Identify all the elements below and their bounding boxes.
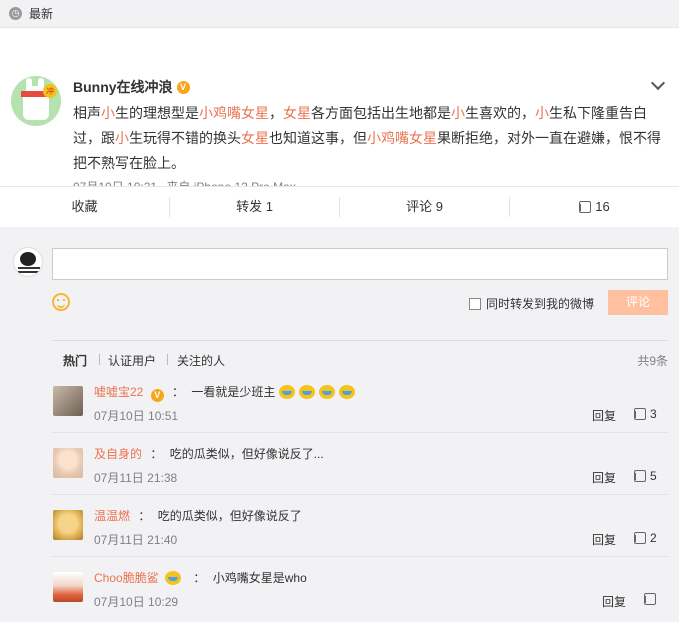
tab-divider — [167, 354, 168, 365]
emoji-icon[interactable] — [52, 293, 70, 311]
reply-button[interactable]: 回复 — [592, 469, 616, 486]
comment-item: 及自身的 ： 吃的瓜类似，但好像说反了... 07月11日 21:38 回复 5 — [52, 432, 668, 494]
comment-body: 温温燃 ： 吃的瓜类似，但好像说反了 — [94, 509, 302, 523]
comment-text: 小鸡嘴女星是who — [212, 571, 307, 585]
comment-total: 共9条 — [637, 354, 668, 368]
highlighted-keyword: 小 — [451, 105, 465, 121]
comment-divider — [52, 494, 668, 495]
comment-author[interactable]: Choo脆脆鲨 — [94, 571, 159, 585]
forward-label: 同时转发到我的微博 — [486, 297, 595, 311]
verified-badge-icon: V — [150, 388, 164, 402]
tab-hot[interactable]: 热门 — [63, 352, 87, 369]
submit-comment-button[interactable]: 评论 — [608, 290, 668, 315]
tab-verified[interactable]: 认证用户 — [108, 352, 156, 369]
comment-button[interactable]: 评论 9 — [340, 196, 510, 217]
highlighted-keyword: 小 — [115, 130, 129, 146]
post-text-segment: 各方面包括出生地都是 — [311, 105, 451, 121]
thumbs-up-icon — [634, 408, 646, 420]
like-button[interactable]: 16 — [510, 197, 679, 217]
chevron-down-icon[interactable] — [650, 75, 666, 91]
comment-body: Choo脆脆鲨 ： 小鸡嘴女星是who — [94, 571, 307, 585]
post-text-segment: 生玩得不错的换头 — [129, 130, 241, 146]
tab-divider — [99, 354, 100, 365]
thumbs-up-icon — [634, 470, 646, 482]
comment-author[interactable]: 嘘嘘宝22 — [94, 385, 143, 399]
comment-avatar[interactable] — [53, 448, 83, 478]
laughing-cry-emoji-icon — [318, 385, 335, 399]
post-text-segment: 生喜欢的， — [465, 105, 535, 121]
verified-badge-icon: V — [176, 80, 190, 94]
user-avatar[interactable]: 冲 — [11, 76, 61, 126]
forward-checkbox[interactable] — [469, 297, 481, 310]
comment-input[interactable] — [52, 248, 668, 280]
thumbs-up-icon — [634, 532, 646, 544]
my-avatar — [13, 247, 43, 277]
heart-eyes-emoji-icon — [165, 571, 182, 585]
weibo-post: 冲 Bunny在线冲浪 V 相声小生的理想型是小鸡嘴女星，女星各方面包括出生地都… — [0, 28, 679, 194]
post-text-segment: 也知道这事，但 — [269, 130, 367, 146]
comment-time: 07月10日 10:51 — [94, 409, 179, 423]
post-content: 相声小生的理想型是小鸡嘴女星，女星各方面包括出生地都是小生喜欢的，小生私下隆重告… — [73, 101, 665, 176]
author-name[interactable]: Bunny在线冲浪 — [73, 77, 173, 97]
comment-filter-tabs: 热门 认证用户 关注的人 共9条 — [52, 340, 668, 368]
post-actions: 收藏 转发 1 评论 9 16 — [0, 186, 679, 226]
comment-avatar[interactable] — [53, 572, 83, 602]
post-text-segment: ， — [269, 105, 283, 121]
forward-option[interactable]: 同时转发到我的微博 — [469, 295, 594, 312]
laughing-cry-emoji-icon — [298, 385, 315, 399]
repost-button[interactable]: 转发 1 — [170, 196, 340, 217]
highlighted-keyword: 女星 — [283, 105, 311, 121]
clock-icon: ◷ — [9, 7, 22, 20]
comment-text: 吃的瓜类似，但好像说反了 — [157, 509, 302, 523]
comment-time: 07月11日 21:40 — [94, 533, 178, 547]
reply-button[interactable]: 回复 — [592, 531, 616, 548]
comment-divider — [52, 556, 668, 557]
reply-button[interactable]: 回复 — [602, 593, 626, 610]
comment-like-button[interactable]: 2 — [634, 531, 657, 545]
comment-time: 07月10日 10:29 — [94, 595, 179, 609]
comment-item: 温温燃 ： 吃的瓜类似，但好像说反了 07月11日 21:40 回复 2 — [52, 494, 668, 556]
reply-button[interactable]: 回复 — [592, 407, 616, 424]
laughing-cry-emoji-icon — [338, 385, 355, 399]
thumbs-up-icon — [579, 200, 592, 213]
comment-avatar[interactable] — [53, 386, 83, 416]
comment-section: 同时转发到我的微博 评论 热门 认证用户 关注的人 共9条 嘘嘘宝22 V ： … — [0, 227, 679, 622]
highlighted-keyword: 小鸡嘴女星 — [199, 105, 269, 121]
tab-following[interactable]: 关注的人 — [177, 352, 225, 369]
feed-sort-bar: ◷ 最新 — [0, 0, 679, 28]
comment-author[interactable]: 及自身的 — [94, 447, 142, 461]
highlighted-keyword: 小鸡嘴女星 — [367, 130, 437, 146]
sort-label[interactable]: 最新 — [29, 5, 53, 22]
comment-like-button[interactable]: 5 — [634, 469, 657, 483]
post-author: Bunny在线冲浪 V — [73, 77, 190, 97]
comment-author[interactable]: 温温燃 — [94, 509, 130, 523]
comment-item: Choo脆脆鲨 ： 小鸡嘴女星是who 07月10日 10:29 回复 — [52, 556, 668, 618]
highlighted-keyword: 小 — [101, 105, 115, 121]
thumbs-up-icon — [644, 593, 656, 605]
comment-text: 吃的瓜类似，但好像说反了... — [169, 447, 324, 461]
comment-divider — [52, 432, 668, 433]
highlighted-keyword: 女星 — [241, 130, 269, 146]
comment-body: 嘘嘘宝22 V ： 一看就是少班主 — [94, 383, 359, 402]
post-text-segment: 相声 — [73, 105, 101, 121]
favorite-button[interactable]: 收藏 — [0, 196, 170, 217]
comment-avatar[interactable] — [53, 510, 83, 540]
post-text-segment: 生的理想型是 — [115, 105, 199, 121]
comment-text: 一看就是少班主 — [191, 385, 276, 399]
comment-time: 07月11日 21:38 — [94, 471, 178, 485]
comment-item: 嘘嘘宝22 V ： 一看就是少班主 07月10日 10:51 回复 3 — [52, 370, 668, 432]
highlighted-keyword: 小 — [535, 105, 549, 121]
comment-body: 及自身的 ： 吃的瓜类似，但好像说反了... — [94, 447, 324, 461]
comment-like-button[interactable] — [644, 593, 660, 605]
laughing-cry-emoji-icon — [278, 385, 295, 399]
comment-like-button[interactable]: 3 — [634, 407, 657, 421]
